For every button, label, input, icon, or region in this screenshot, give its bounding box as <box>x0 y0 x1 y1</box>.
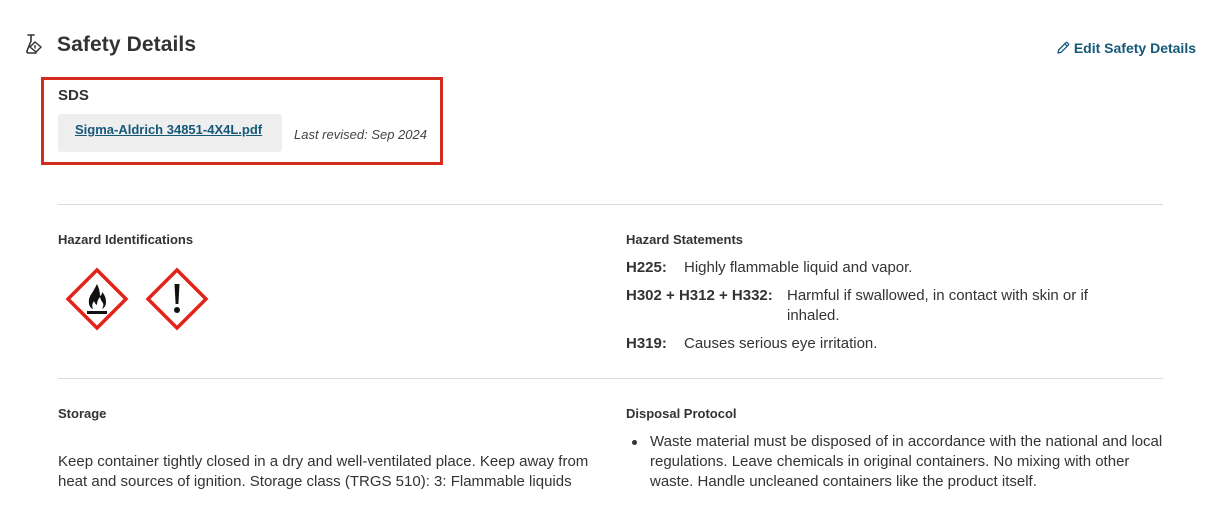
hazard-statement-row: H319: Causes serious eye irritation. <box>626 334 877 354</box>
hazard-text: Highly flammable liquid and vapor. <box>684 259 913 276</box>
hazard-identifications-label: Hazard Identifications <box>58 232 194 247</box>
page-title: Safety Details <box>57 33 197 56</box>
last-revised-text: Last revised: Sep 2024 <box>294 127 427 142</box>
hazard-text: Causes serious eye irritation. <box>684 335 878 352</box>
exclamation-pictogram-icon <box>145 267 209 331</box>
bullet-icon <box>632 440 637 445</box>
hazard-statement-row: H302 + H312 + H332: Harmful if swallowed… <box>626 286 1117 326</box>
flame-pictogram-icon <box>65 267 129 331</box>
divider <box>58 204 1163 205</box>
sds-label: SDS <box>58 87 89 104</box>
sds-file-link[interactable]: Sigma-Aldrich 34851-4X4L.pdf <box>58 114 282 152</box>
storage-text: Keep container tightly closed in a dry a… <box>58 453 589 490</box>
hazard-text: Harmful if swallowed, in contact with sk… <box>787 287 1088 324</box>
disposal-item: Waste material must be disposed of in ac… <box>650 433 1163 490</box>
flask-hazard-icon <box>26 34 43 54</box>
pencil-icon <box>1057 41 1070 54</box>
hazard-statements-label: Hazard Statements <box>626 232 744 247</box>
edit-safety-details-label: Edit Safety Details <box>1073 40 1196 56</box>
hazard-code: H319: <box>626 335 667 352</box>
divider <box>58 378 1163 379</box>
hazard-code: H302 + H312 + H332: <box>626 287 773 304</box>
hazard-statement-row: H225: Highly flammable liquid and vapor. <box>626 258 912 278</box>
storage-label: Storage <box>58 406 107 421</box>
hazard-code: H225: <box>626 259 667 276</box>
edit-safety-details-button[interactable]: Edit Safety Details <box>1056 40 1196 56</box>
disposal-protocol-label: Disposal Protocol <box>626 406 737 421</box>
